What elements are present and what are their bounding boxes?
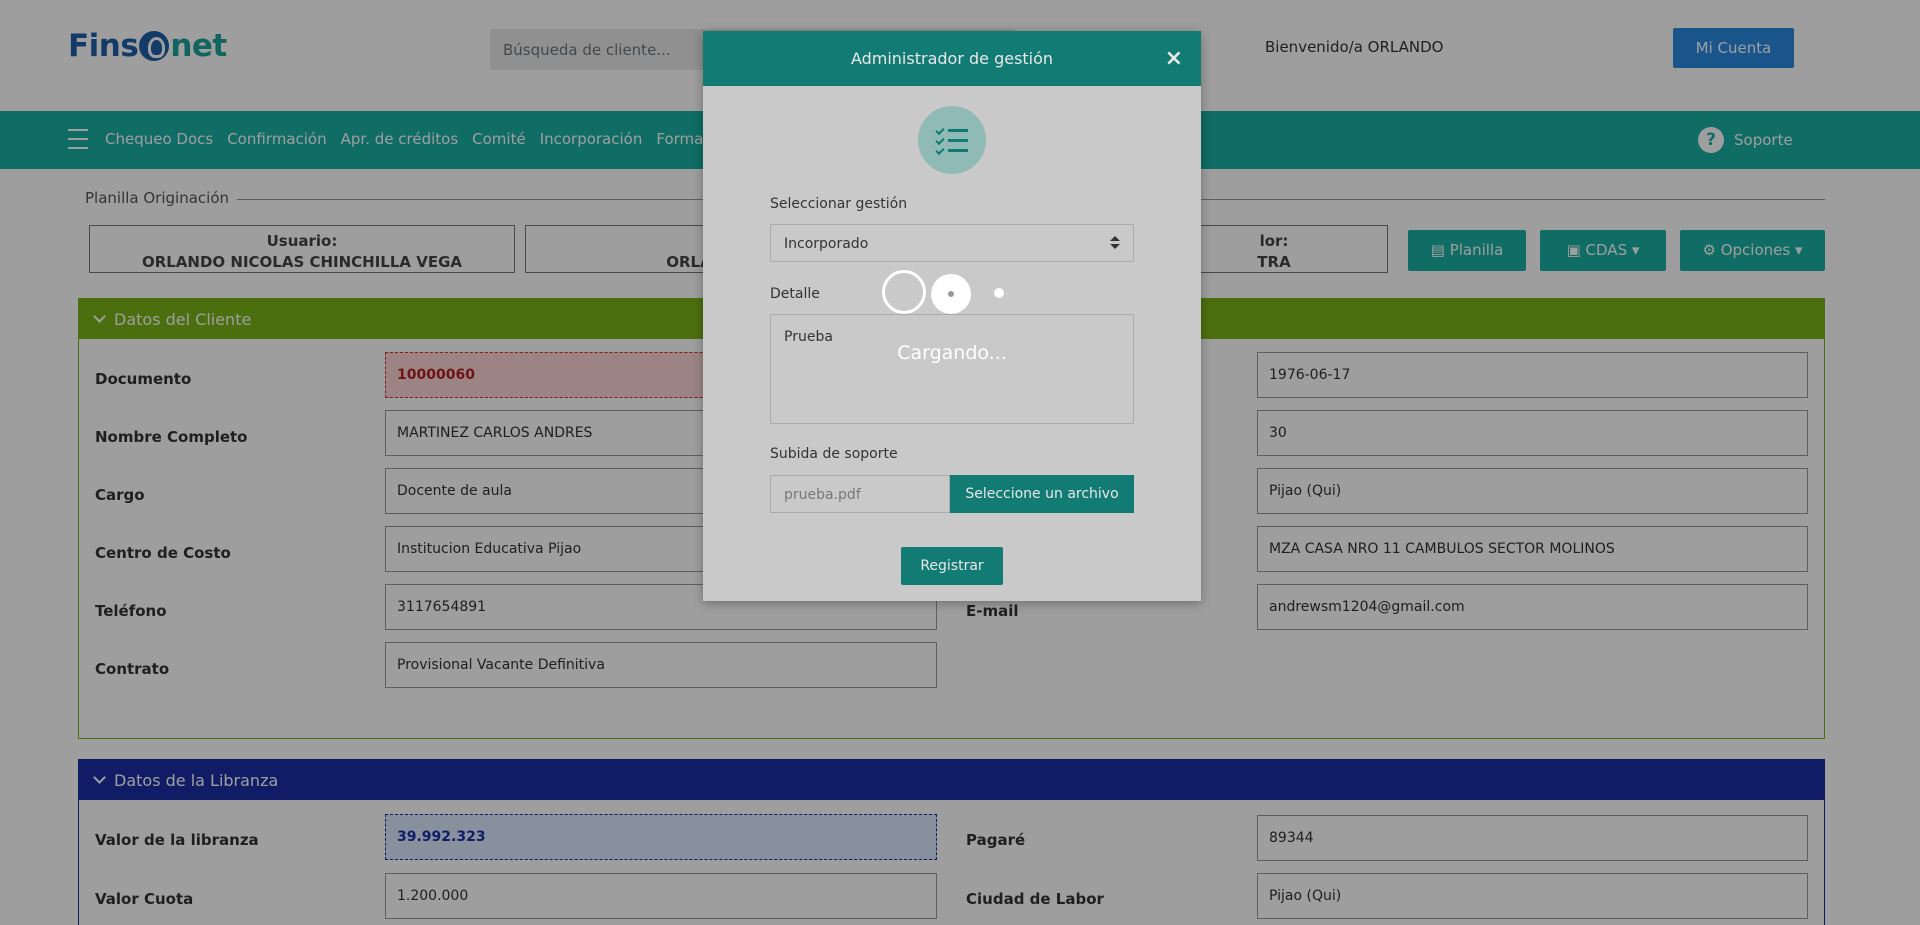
detalle-textarea[interactable]: Prueba <box>770 314 1134 424</box>
registrar-button[interactable]: Registrar <box>901 547 1003 585</box>
detalle-label: Detalle <box>770 286 820 302</box>
loading-dot-icon <box>931 274 971 314</box>
subida-soporte-label: Subida de soporte <box>770 446 898 462</box>
modal-header: Administrador de gestión × <box>703 31 1201 86</box>
loading-text: Cargando... <box>897 342 1007 364</box>
gestion-modal: Administrador de gestión × Seleccionar g… <box>703 31 1201 601</box>
checklist-icon <box>918 106 986 174</box>
choose-file-button[interactable]: Seleccione un archivo <box>950 475 1134 513</box>
gestion-select-value: Incorporado <box>784 236 869 252</box>
file-name-input[interactable]: prueba.pdf <box>770 475 950 513</box>
modal-title: Administrador de gestión <box>850 49 1054 68</box>
gestion-select[interactable]: Incorporado <box>770 224 1134 262</box>
select-gestion-label: Seleccionar gestión <box>770 196 908 212</box>
select-arrows-icon <box>1110 236 1120 250</box>
close-icon[interactable]: × <box>1165 31 1183 86</box>
loading-ring-icon <box>882 270 926 314</box>
loading-dot-small-icon <box>994 288 1004 298</box>
